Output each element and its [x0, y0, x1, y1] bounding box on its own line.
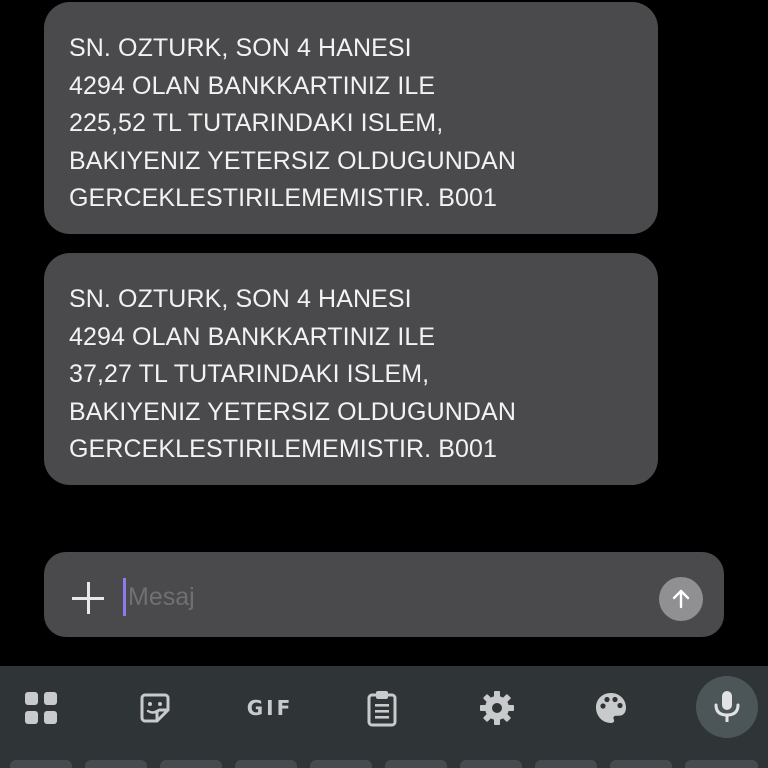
message-line: 37,27 TL TUTARINDAKI ISLEM, — [69, 360, 430, 388]
send-button[interactable] — [659, 577, 703, 621]
keyboard-key[interactable] — [535, 760, 597, 768]
clipboard-button[interactable] — [358, 684, 406, 732]
keyboard-key[interactable] — [85, 760, 147, 768]
plus-icon[interactable] — [72, 582, 104, 614]
theme-button[interactable] — [587, 684, 635, 732]
message-line: BAKIYENIZ YETERSIZ OLDUGUNDAN — [69, 397, 516, 426]
message-line: 4294 OLAN BANKKARTINIZ ILE — [69, 71, 436, 100]
apps-grid-button[interactable] — [17, 684, 65, 732]
sticker-button[interactable] — [131, 684, 179, 732]
keyboard-key[interactable] — [310, 760, 372, 768]
arrow-up-icon — [672, 589, 690, 609]
message-input[interactable] — [128, 577, 628, 617]
message-line: 225,52 TL TUTARINDAKI ISLEM, — [69, 109, 444, 137]
messaging-screen: SN. OZTURK, SON 4 HANESI 4294 OLAN BANKK… — [0, 0, 768, 768]
message-line: GERCEKLESTIRILEMEMISTIR. B001 — [69, 435, 498, 463]
message-bubble[interactable]: SN. OZTURK, SON 4 HANESI 4294 OLAN BANKK… — [44, 2, 658, 234]
keyboard-key[interactable] — [160, 760, 222, 768]
keyboard-key[interactable] — [385, 760, 447, 768]
keyboard-key[interactable] — [685, 760, 758, 768]
message-line: SN. OZTURK, SON 4 HANESI — [69, 34, 412, 62]
apps-grid-icon — [25, 692, 57, 724]
message-line: BAKIYENIZ YETERSIZ OLDUGUNDAN — [69, 146, 516, 175]
text-cursor — [123, 578, 126, 616]
keyboard-key[interactable] — [610, 760, 672, 768]
voice-input-button[interactable] — [696, 676, 758, 738]
sticker-icon — [140, 693, 170, 723]
palette-icon — [596, 693, 626, 723]
message-line: GERCEKLESTIRILEMEMISTIR. B001 — [69, 184, 498, 212]
settings-button[interactable] — [473, 684, 521, 732]
message-line: 4294 OLAN BANKKARTINIZ ILE — [69, 322, 436, 351]
keyboard-key[interactable] — [10, 760, 72, 768]
gif-button[interactable]: GIF — [244, 684, 296, 732]
microphone-icon — [714, 691, 740, 722]
keyboard-key[interactable] — [460, 760, 522, 768]
message-bubble[interactable]: SN. OZTURK, SON 4 HANESI 4294 OLAN BANKK… — [44, 253, 658, 485]
gear-icon — [480, 691, 514, 725]
message-line: SN. OZTURK, SON 4 HANESI — [69, 285, 412, 313]
keyboard-key[interactable] — [235, 760, 297, 768]
gif-label: GIF — [246, 696, 294, 720]
clipboard-icon — [367, 691, 397, 727]
